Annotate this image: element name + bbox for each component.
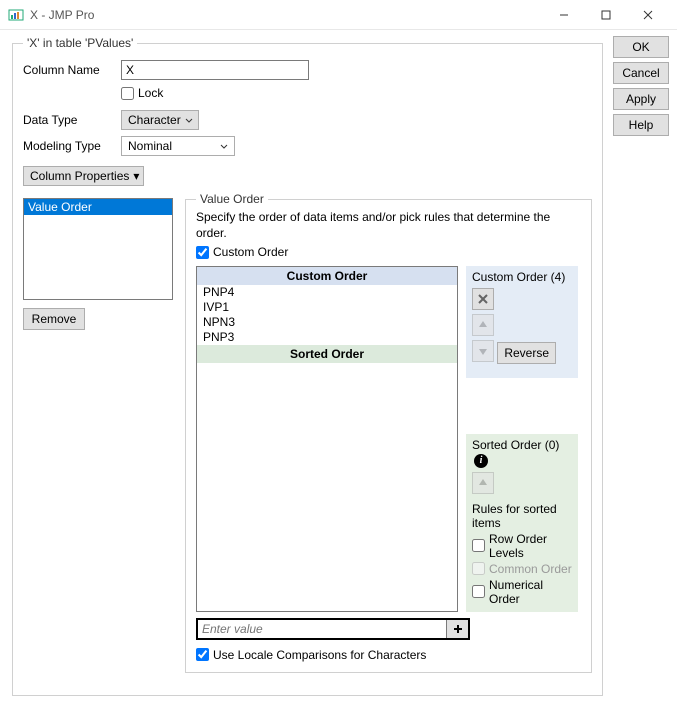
cancel-button[interactable]: Cancel: [613, 62, 669, 84]
add-value-button[interactable]: [446, 620, 468, 638]
enter-value-input[interactable]: [198, 620, 446, 638]
custom-order-checkbox-label: Custom Order: [213, 245, 288, 259]
column-info-group: 'X' in table 'PValues' Column Name Lock …: [12, 36, 603, 696]
data-type-value: Character: [128, 113, 181, 127]
column-name-input[interactable]: [121, 60, 309, 80]
data-type-label: Data Type: [23, 113, 115, 127]
modeling-type-select[interactable]: Nominal: [121, 136, 235, 156]
custom-order-panel: Custom Order (4) Reverse: [466, 266, 578, 378]
list-item[interactable]: PNP4: [197, 285, 457, 300]
enter-value-row: [196, 618, 470, 640]
custom-order-checkbox-input[interactable]: [196, 246, 209, 259]
sorted-move-up-button[interactable]: [472, 472, 494, 494]
sorted-order-panel: Sorted Order (0) i Rules for sorted item…: [466, 434, 578, 612]
locale-comparisons-checkbox[interactable]: Use Locale Comparisons for Characters: [196, 648, 581, 662]
window-maximize-button[interactable]: [585, 0, 627, 30]
row-order-levels-checkbox[interactable]: Row Order Levels: [472, 532, 572, 560]
custom-order-items: PNP4 IVP1 NPN3 PNP3: [197, 285, 457, 345]
properties-list[interactable]: Value Order: [23, 198, 173, 300]
window-minimize-button[interactable]: [543, 0, 585, 30]
chevron-down-icon: [185, 113, 194, 127]
titlebar: X - JMP Pro: [0, 0, 677, 30]
ok-button[interactable]: OK: [613, 36, 669, 58]
sorted-order-header: Sorted Order: [197, 345, 457, 363]
common-order-checkbox: Common Order: [472, 562, 572, 576]
info-icon[interactable]: i: [474, 454, 488, 468]
remove-item-button[interactable]: [472, 288, 494, 310]
numerical-order-checkbox[interactable]: Numerical Order: [472, 578, 572, 606]
custom-order-panel-title: Custom Order (4): [472, 270, 572, 284]
order-listbox[interactable]: Custom Order PNP4 IVP1 NPN3 PNP3 Sorted …: [196, 266, 458, 612]
custom-order-checkbox[interactable]: Custom Order: [196, 245, 288, 259]
value-order-description: Specify the order of data items and/or p…: [196, 210, 581, 241]
list-item[interactable]: IVP1: [197, 300, 457, 315]
modeling-type-label: Modeling Type: [23, 139, 115, 153]
move-down-button[interactable]: [472, 340, 494, 362]
column-name-label: Column Name: [23, 63, 115, 77]
lock-label: Lock: [138, 86, 163, 100]
custom-order-header: Custom Order: [197, 267, 457, 285]
jmp-app-icon: [8, 7, 24, 23]
list-item[interactable]: PNP3: [197, 330, 457, 345]
properties-list-item[interactable]: Value Order: [24, 199, 172, 215]
list-item[interactable]: NPN3: [197, 315, 457, 330]
help-button[interactable]: Help: [613, 114, 669, 136]
column-properties-label: Column Properties: [30, 169, 129, 183]
data-type-select[interactable]: Character: [121, 110, 199, 130]
lock-checkbox-input[interactable]: [121, 87, 134, 100]
apply-button[interactable]: Apply: [613, 88, 669, 110]
value-order-group: Value Order Specify the order of data it…: [185, 192, 592, 673]
chevron-down-icon: [218, 139, 230, 153]
rules-label: Rules for sorted items: [472, 502, 572, 530]
move-up-button[interactable]: [472, 314, 494, 336]
sorted-order-panel-title: Sorted Order (0) i: [472, 438, 572, 468]
modeling-type-value: Nominal: [128, 139, 172, 153]
value-order-legend: Value Order: [196, 192, 268, 206]
triangle-down-icon: ▾: [133, 169, 139, 183]
remove-button[interactable]: Remove: [23, 308, 85, 330]
reverse-button[interactable]: Reverse: [497, 342, 556, 364]
window-title: X - JMP Pro: [30, 8, 94, 22]
lock-checkbox[interactable]: Lock: [121, 86, 163, 100]
column-properties-dropdown[interactable]: Column Properties ▾: [23, 166, 144, 186]
window-close-button[interactable]: [627, 0, 669, 30]
group-legend: 'X' in table 'PValues': [23, 36, 137, 50]
